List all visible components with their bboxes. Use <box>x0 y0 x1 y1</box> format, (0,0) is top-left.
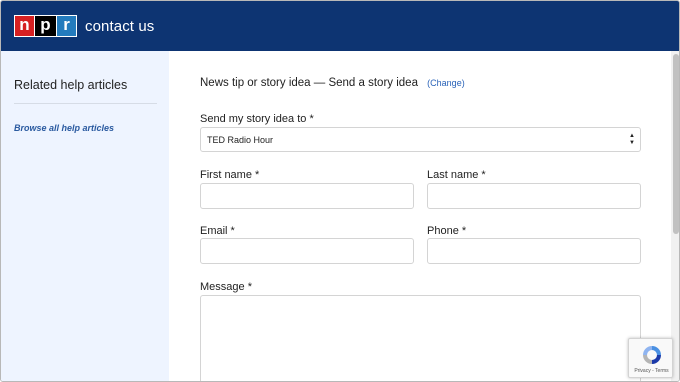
recaptcha-terms[interactable]: Privacy - Terms <box>629 368 674 374</box>
change-topic-link[interactable]: (Change) <box>427 78 465 88</box>
browse-help-articles-link[interactable]: Browse all help articles <box>14 123 114 133</box>
topic-text: News tip or story idea — Send a story id… <box>200 77 418 89</box>
first-name-label: First name * <box>200 169 260 181</box>
browser-viewport: n p r contact us Related help articles B… <box>0 0 680 382</box>
recaptcha-icon <box>643 346 661 364</box>
scrollbar-thumb[interactable] <box>673 54 679 234</box>
first-name-field[interactable] <box>200 183 414 209</box>
header-title: contact us <box>85 17 155 35</box>
logo-letter-p: p <box>35 15 56 37</box>
site-header: n p r contact us <box>1 1 679 51</box>
select-arrows-icon: ▲ ▼ <box>629 133 635 146</box>
npr-logo[interactable]: n p r <box>14 15 77 37</box>
contact-form: News tip or story idea — Send a story id… <box>169 51 671 381</box>
phone-label: Phone * <box>427 225 467 237</box>
message-field[interactable] <box>200 295 641 381</box>
sidebar: Related help articles Browse all help ar… <box>1 51 169 381</box>
send-to-selected-value: TED Radio Hour <box>207 135 274 145</box>
logo-letter-n: n <box>14 15 35 37</box>
last-name-field[interactable] <box>427 183 641 209</box>
message-label: Message * <box>200 281 252 293</box>
last-name-label: Last name * <box>427 169 486 181</box>
email-field[interactable] <box>200 238 414 264</box>
recaptcha-badge[interactable]: Privacy - Terms <box>628 338 673 378</box>
page-scrollbar[interactable] <box>671 51 679 381</box>
phone-field[interactable] <box>427 238 641 264</box>
send-to-select[interactable]: TED Radio Hour ▲ ▼ <box>200 127 641 152</box>
email-label: Email * <box>200 225 235 237</box>
sidebar-divider <box>14 103 157 104</box>
send-to-label: Send my story idea to * <box>200 113 314 125</box>
form-topic: News tip or story idea — Send a story id… <box>200 77 465 89</box>
sidebar-heading: Related help articles <box>14 78 128 92</box>
logo-letter-r: r <box>56 15 77 37</box>
